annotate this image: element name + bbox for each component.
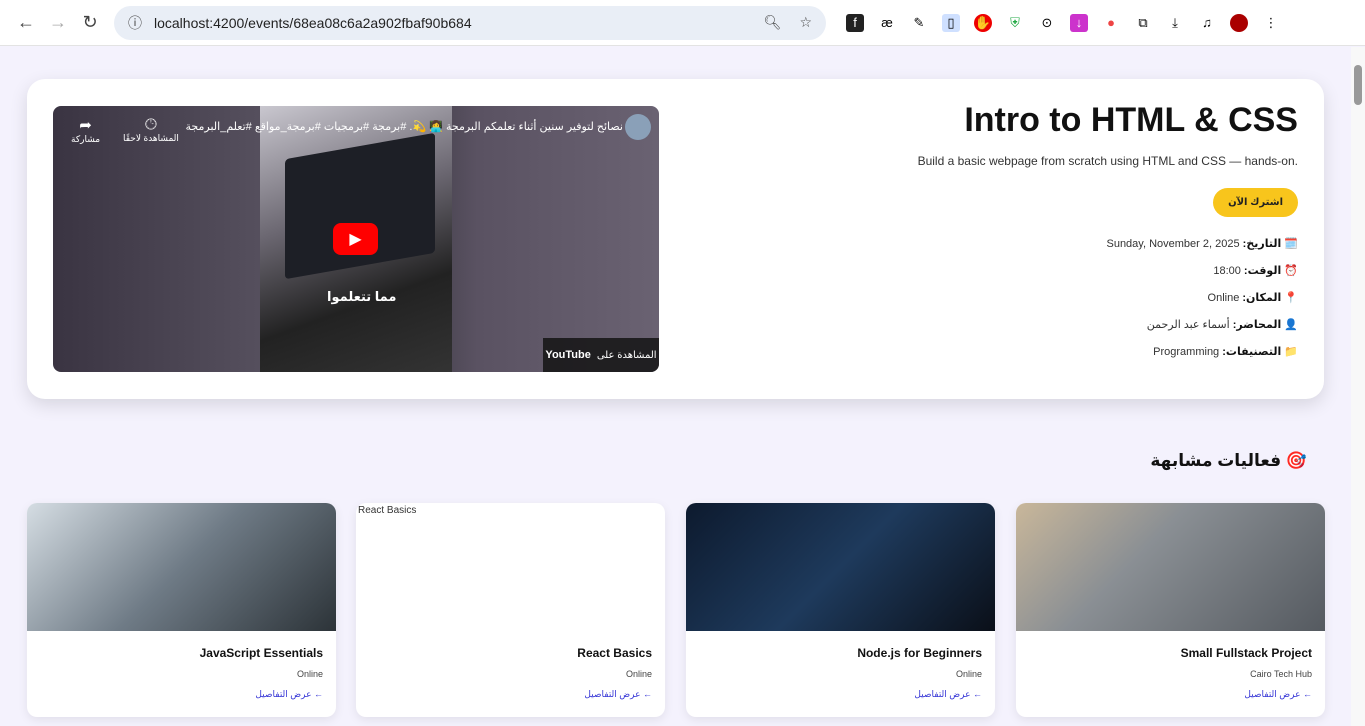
similar-events-heading: 🎯 فعاليات مشابهة [1150, 451, 1307, 470]
scrollbar[interactable] [1351, 47, 1365, 726]
address-bar[interactable]: ⓘ localhost:4200/events/68ea08c6a2a902fb… [114, 5, 826, 40]
extensions-bar: f æ ✎ ▯ ✋ ⛨ ⊙ ↓ ● ⧉ ⤓ ♫ ⋮ [846, 13, 1280, 32]
browser-toolbar: ← → ↻ ⓘ localhost:4200/events/68ea08c6a2… [0, 0, 1365, 46]
reload-icon[interactable]: ↻ [74, 7, 106, 39]
card-title: React Basics [577, 646, 652, 660]
channel-avatar[interactable] [625, 114, 651, 140]
event-detail-row: ⏰ الوقت: 18:00 [918, 264, 1298, 277]
event-image [27, 503, 336, 631]
event-detail-row: 📁 التصنيفات: Programming [918, 345, 1298, 358]
extension-icon[interactable]: f [846, 13, 864, 32]
puzzle-icon[interactable]: ⧉ [1134, 14, 1152, 32]
download-ext-icon[interactable]: ↓ [1070, 13, 1088, 32]
media-icon[interactable]: ♫ [1198, 14, 1216, 32]
view-details-link[interactable]: ← عرض التفاصيل [1244, 689, 1312, 700]
profile-avatar[interactable] [1230, 13, 1248, 32]
detail-icon: 📍 [1284, 292, 1298, 304]
page-content: نصائح لتوفير سنين أثناء تعلمكم البرمجة 👩… [0, 47, 1351, 726]
detail-icon: 🗓️ [1284, 238, 1298, 250]
extension-icon[interactable]: ▯ [942, 13, 960, 32]
url-text[interactable]: localhost:4200/events/68ea08c6a2a902fbaf… [154, 15, 472, 31]
detail-value: Programming [1153, 346, 1220, 358]
detail-label: المكان: [1242, 292, 1282, 304]
site-info-icon[interactable]: ⓘ [128, 13, 142, 33]
share-icon: ➦ [79, 117, 92, 134]
play-button[interactable]: ▶ [333, 223, 378, 255]
detail-label: المحاضر: [1232, 319, 1282, 331]
detail-icon: 📁 [1284, 346, 1298, 358]
downloads-icon[interactable]: ⤓ [1166, 14, 1184, 32]
detail-value: أسماء عبد الرحمن [1146, 319, 1230, 331]
watch-on-youtube-link[interactable]: المشاهدة على YouTube [543, 338, 659, 372]
similar-event-card[interactable]: React Basics React Basics Online ← عرض التف… [356, 503, 665, 717]
event-image [686, 503, 995, 631]
similar-event-card[interactable]: Node.js for Beginners Online ← عرض التفاصي… [686, 503, 995, 717]
extension-icon[interactable]: ● [1102, 14, 1120, 32]
event-detail-row: 🗓️ التاريخ: Sunday, November 2, 2025 [918, 237, 1298, 250]
view-details-link[interactable]: ← عرض التفاصيل [584, 689, 652, 700]
similar-event-card[interactable]: Small Fullstack Project Cairo Tech Hub ← ع… [1016, 503, 1325, 717]
event-detail-row: 👤 المحاضر: أسماء عبد الرحمن [918, 318, 1298, 331]
youtube-embed[interactable]: نصائح لتوفير سنين أثناء تعلمكم البرمجة 👩… [53, 106, 659, 372]
back-icon[interactable]: ← [10, 7, 42, 39]
event-description: Build a basic webpage from scratch using… [917, 154, 1298, 168]
detail-label: الوقت: [1243, 265, 1282, 277]
detail-value: Online [1207, 292, 1240, 304]
youtube-logo: YouTube [545, 349, 591, 361]
event-hero-card: نصائح لتوفير سنين أثناء تعلمكم البرمجة 👩… [27, 79, 1324, 399]
zoom-icon[interactable]: 🔍︎ [764, 14, 782, 31]
event-title: Intro to HTML & CSS [964, 101, 1298, 139]
detail-label: التاريخ: [1242, 238, 1282, 250]
card-title: JavaScript Essentials [199, 646, 323, 660]
join-button[interactable]: اشترك الآن [1213, 188, 1298, 217]
adblock-icon[interactable]: ✋ [974, 13, 992, 32]
card-title: Small Fullstack Project [1180, 646, 1312, 660]
card-location: Cairo Tech Hub [1250, 669, 1312, 679]
watch-later-button[interactable]: 🕒︎ المشاهدة لاحقًا [123, 116, 179, 144]
extension-icon[interactable]: æ [878, 14, 896, 32]
extension-icon[interactable]: ⊙ [1038, 14, 1056, 32]
video-subtitle: مما تتعلموا [327, 289, 397, 304]
event-detail-row: 📍 المكان: Online [918, 291, 1298, 304]
view-details-link[interactable]: ← عرض التفاصيل [914, 689, 982, 700]
detail-value: 18:00 [1213, 265, 1241, 277]
clock-icon: 🕒︎ [145, 116, 157, 133]
card-location: Online [955, 669, 982, 679]
menu-icon[interactable]: ⋮ [1262, 14, 1280, 32]
video-title[interactable]: نصائح لتوفير سنين أثناء تعلمكم البرمجة 👩… [186, 120, 623, 133]
similar-event-card[interactable]: JavaScript Essentials Online ← عرض التفاصي… [27, 503, 336, 717]
forward-icon[interactable]: → [42, 7, 74, 39]
eyedropper-icon[interactable]: ✎ [910, 14, 928, 32]
detail-label: التصنيفات: [1222, 346, 1282, 358]
event-image-broken: React Basics [358, 505, 417, 516]
detail-icon: 👤 [1284, 319, 1298, 331]
detail-icon: ⏰ [1284, 265, 1298, 277]
bookmark-star-icon[interactable]: ☆ [799, 14, 812, 31]
shield-icon[interactable]: ⛨ [1006, 14, 1024, 32]
event-image [1016, 503, 1325, 631]
detail-value: Sunday, November 2, 2025 [1106, 238, 1240, 250]
card-title: Node.js for Beginners [857, 646, 982, 660]
card-location: Online [296, 669, 323, 679]
card-location: Online [625, 669, 652, 679]
view-details-link[interactable]: ← عرض التفاصيل [255, 689, 323, 700]
share-button[interactable]: ➦ مشاركة [71, 116, 100, 145]
